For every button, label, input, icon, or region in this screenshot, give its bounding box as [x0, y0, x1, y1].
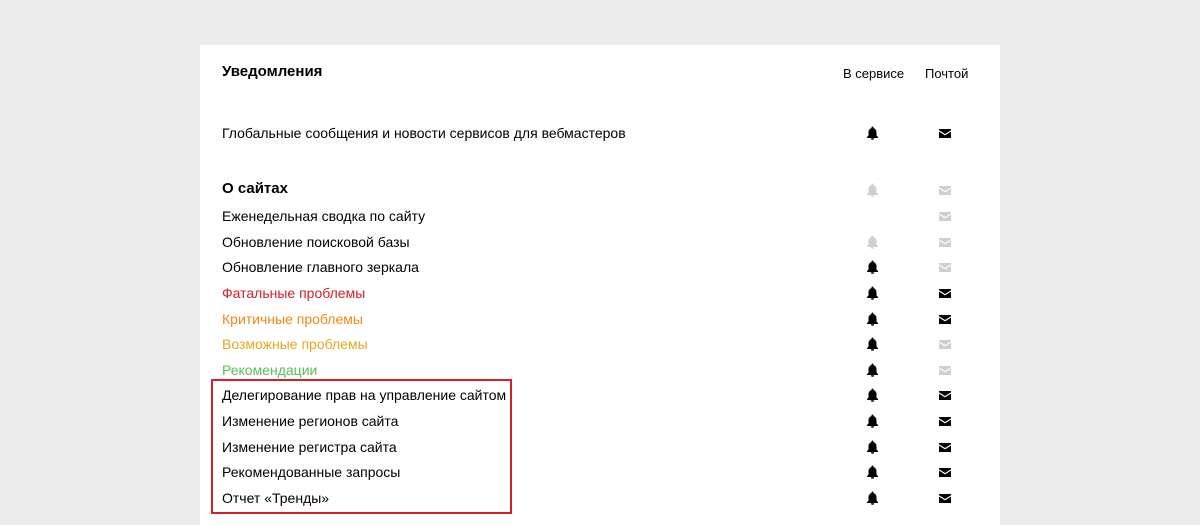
envelope-icon[interactable]	[935, 284, 955, 302]
envelope-icon[interactable]	[935, 463, 955, 481]
bell-icon[interactable]	[862, 284, 882, 302]
bell-icon[interactable]	[862, 489, 882, 507]
page-title: Уведомления	[222, 63, 323, 80]
row-label: Рекомендованные запросы	[222, 464, 401, 480]
row-label: Делегирование прав на управление сайтом	[222, 387, 507, 403]
notification-row-search-base-update: Обновление поисковой базы	[222, 231, 982, 255]
envelope-icon[interactable]	[935, 489, 955, 507]
row-label: Обновление главного зеркала	[222, 259, 419, 275]
row-label: Отчет «Тренды»	[222, 490, 330, 506]
envelope-icon[interactable]	[935, 335, 955, 353]
envelope-icon[interactable]	[935, 438, 955, 456]
notification-row-fatal-problems: Фатальные проблемы	[222, 282, 982, 306]
notification-row-weekly-summary: Еженедельная сводка по сайту	[222, 205, 982, 229]
notification-row-global-news: Глобальные сообщения и новости сервисов …	[222, 122, 982, 146]
row-label: Изменение регистра сайта	[222, 439, 397, 455]
bell-icon[interactable]	[862, 181, 882, 199]
bell-icon[interactable]	[862, 124, 882, 142]
envelope-icon[interactable]	[935, 124, 955, 142]
bell-icon[interactable]	[862, 438, 882, 456]
envelope-icon[interactable]	[935, 233, 955, 251]
envelope-icon[interactable]	[935, 207, 955, 225]
bell-icon[interactable]	[862, 361, 882, 379]
row-label: Изменение регионов сайта	[222, 413, 399, 429]
row-label: Рекомендации	[222, 362, 318, 378]
bell-icon[interactable]	[862, 233, 882, 251]
notification-row-recommended-queries: Рекомендованные запросы	[222, 461, 982, 485]
column-header-mail: Почтой	[925, 66, 969, 81]
notification-row-possible-problems: Возможные проблемы	[222, 333, 982, 357]
section-title: О сайтах	[222, 180, 288, 197]
section-header-about-sites: О сайтах	[222, 179, 982, 203]
envelope-icon[interactable]	[935, 310, 955, 328]
row-label: Еженедельная сводка по сайту	[222, 208, 426, 224]
row-label: Обновление поисковой базы	[222, 234, 410, 250]
envelope-icon[interactable]	[935, 258, 955, 276]
notification-row-trends-report: Отчет «Тренды»	[222, 487, 982, 511]
row-label: Глобальные сообщения и новости сервисов …	[222, 125, 626, 141]
notification-row-rights-delegation: Делегирование прав на управление сайтом	[222, 384, 982, 408]
envelope-icon[interactable]	[935, 386, 955, 404]
notification-row-main-mirror-update: Обновление главного зеркала	[222, 256, 982, 280]
notification-row-recommendations: Рекомендации	[222, 359, 982, 383]
bell-icon[interactable]	[862, 258, 882, 276]
bell-icon[interactable]	[862, 386, 882, 404]
envelope-icon[interactable]	[935, 412, 955, 430]
column-header-service: В сервисе	[843, 66, 905, 81]
notifications-panel: Уведомления В сервисе Почтой Глобальные …	[200, 45, 1000, 525]
envelope-icon[interactable]	[935, 361, 955, 379]
row-label: Критичные проблемы	[222, 311, 363, 327]
bell-icon[interactable]	[862, 412, 882, 430]
row-label: Возможные проблемы	[222, 336, 368, 352]
envelope-icon[interactable]	[935, 181, 955, 199]
notification-row-case-change: Изменение регистра сайта	[222, 436, 982, 460]
bell-icon[interactable]	[862, 463, 882, 481]
row-label: Фатальные проблемы	[222, 285, 366, 301]
notification-row-regions-change: Изменение регионов сайта	[222, 410, 982, 434]
bell-icon[interactable]	[862, 310, 882, 328]
bell-icon[interactable]	[862, 335, 882, 353]
notification-row-critical-problems: Критичные проблемы	[222, 308, 982, 332]
